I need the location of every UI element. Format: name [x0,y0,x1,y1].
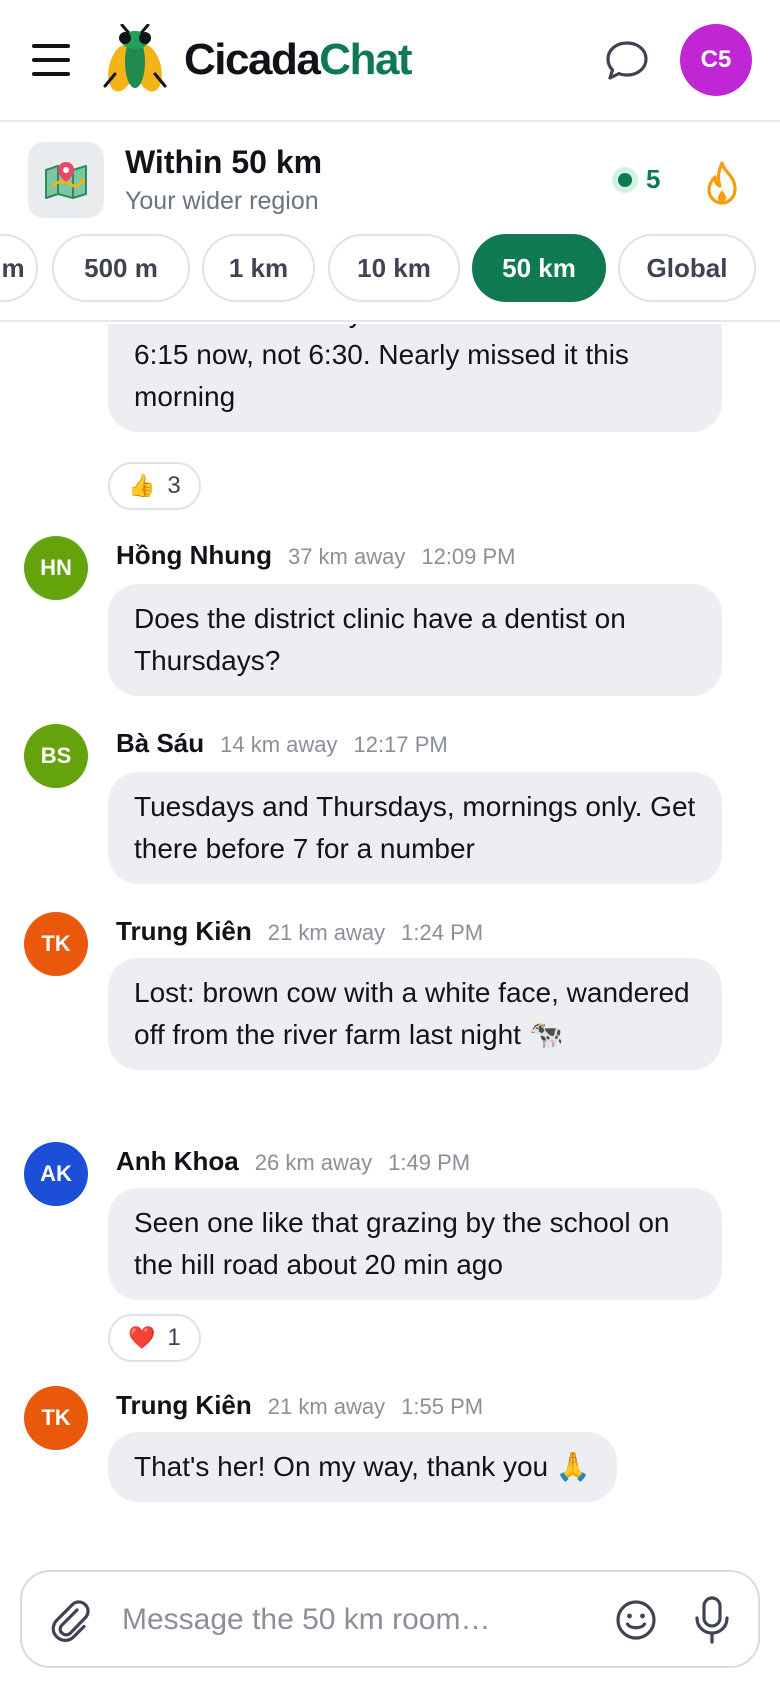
avatar[interactable]: AK [24,1142,88,1206]
message-list[interactable]: The bus to the city leaves the market at… [0,324,780,1556]
room-map-tile[interactable] [28,142,104,218]
chip-500m[interactable]: 500 m [52,234,190,302]
avatar[interactable]: BS [24,724,88,788]
message-text-partial: The bus to the city leaves the market at [134,324,696,334]
reaction-heart[interactable]: ❤️ 1 [108,1314,201,1362]
thumbs-up-icon: 👍 [128,473,156,498]
heart-icon: ❤️ [128,1325,156,1350]
message-text: Seen one like that grazing by the school… [134,1207,670,1280]
message-header: Bà Sáu 14 km away 12:17 PM [116,728,448,759]
emoji-smiley-icon[interactable] [612,1596,660,1644]
message-bubble[interactable]: The bus to the city leaves the market at… [108,324,722,432]
flame-icon[interactable] [702,160,742,206]
room-title: Within 50 km [125,144,323,180]
cicada-logo-icon [103,24,167,92]
message-header: Trung Kiên 21 km away 1:24 PM [116,916,483,947]
message-text: Tuesdays and Thursdays, mornings only. G… [134,791,696,864]
message-time: 12:09 PM [421,544,516,569]
reaction-count: 3 [167,472,181,499]
sender-distance: 21 km away [267,1394,386,1419]
sender-name[interactable]: Trung Kiên [116,1390,252,1421]
message-bubble[interactable]: Seen one like that grazing by the school… [108,1188,722,1300]
avatar[interactable]: TK [24,1386,88,1450]
chip-1km[interactable]: 1 km [202,234,315,302]
sender-distance: 37 km away [287,544,406,569]
sender-name[interactable]: Anh Khoa [116,1146,239,1177]
message-time: 1:49 PM [388,1150,471,1175]
radius-chip-row: m 500 m 1 km 10 km 50 km Global [0,232,780,322]
chip-10km[interactable]: 10 km [328,234,460,302]
reaction-thumbs-up[interactable]: 👍 3 [108,462,201,510]
online-indicator: 5 [612,164,660,195]
sender-name[interactable]: Bà Sáu [116,728,204,759]
room-info-bar: Within 50 km Your wider region 5 [0,124,780,222]
message-bubble[interactable]: That's her! On my way, thank you 🙏 [108,1432,617,1502]
message-time: 1:24 PM [401,920,484,945]
top-header: CicadaChat C5 [0,0,780,122]
sender-name[interactable]: Hồng Nhung [116,540,272,571]
paperclip-icon[interactable] [46,1596,94,1644]
map-icon [45,162,87,199]
sender-distance: 26 km away [254,1150,373,1175]
message-input[interactable] [122,1594,602,1646]
chip-global[interactable]: Global [618,234,756,302]
user-avatar[interactable]: C5 [680,24,752,96]
reaction-count: 1 [167,1324,181,1351]
message-bubble[interactable]: Tuesdays and Thursdays, mornings only. G… [108,772,722,884]
message-header: Anh Khoa 26 km away 1:49 PM [116,1146,470,1177]
message-time: 12:17 PM [353,732,448,757]
message-text: Lost: brown cow with a white face, wande… [134,977,690,1050]
sender-distance: 14 km away [220,732,338,757]
message-bubble[interactable]: Lost: brown cow with a white face, wande… [108,958,722,1070]
app-screen: CicadaChat C5 Within 50 km Your wider re… [0,0,780,1688]
sender-name[interactable]: Trung Kiên [116,916,252,947]
message-bubble[interactable]: Does the district clinic have a dentist … [108,584,722,696]
room-subtitle: Your wider region [125,187,319,215]
avatar[interactable]: TK [24,912,88,976]
online-count: 5 [646,164,661,194]
message-time: 1:55 PM [401,1394,484,1419]
sender-distance: 21 km away [267,920,386,945]
hamburger-menu-icon[interactable] [26,36,78,84]
message-text: 6:15 now, not 6:30. Nearly missed it thi… [134,339,629,412]
message-header: Hồng Nhung 37 km away 12:09 PM [116,540,516,571]
message-text: Does the district clinic have a dentist … [134,603,626,676]
chip-partial-m[interactable]: m [0,234,38,302]
message-composer [20,1570,760,1668]
avatar[interactable]: HN [24,536,88,600]
chat-bubble-icon[interactable] [602,36,652,86]
message-header: Trung Kiên 21 km away 1:55 PM [116,1390,483,1421]
message-text: That's her! On my way, thank you 🙏 [134,1451,591,1482]
app-logo-text: CicadaChat [184,35,413,84]
microphone-icon[interactable] [692,1594,732,1646]
chip-50km[interactable]: 50 km [472,234,606,302]
online-dot-icon [612,166,638,193]
